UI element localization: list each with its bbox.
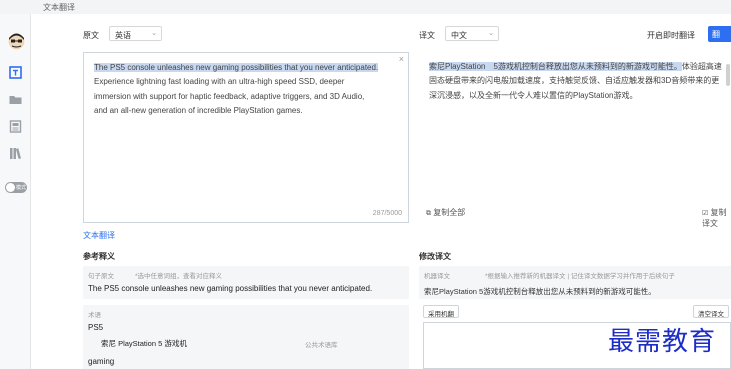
source-line: and an all-new generation of incredible … bbox=[94, 105, 303, 115]
mt-panel: 机器译文 *根据输入推荐新的机器译文 | 记住译文数据学习并作用于后续句子 索尼… bbox=[419, 266, 731, 299]
sidebar: 模式 bbox=[0, 14, 31, 369]
instant-translate-label[interactable]: 开启即时翻译 bbox=[647, 30, 695, 41]
use-mt-button[interactable]: 采用机翻 bbox=[423, 305, 459, 318]
library-icon[interactable] bbox=[8, 146, 23, 161]
target-language-value: 中文 bbox=[451, 31, 467, 40]
source-line: immersion with support for haptic feedba… bbox=[94, 91, 365, 101]
toggle-knob bbox=[6, 183, 15, 192]
source-line: Experience lightning fast loading with a… bbox=[94, 77, 345, 87]
term-source-word[interactable]: PS5 bbox=[88, 323, 103, 332]
sentence-hint: *选中任意词组，查看对应释义 bbox=[135, 273, 223, 280]
scrollbar-thumb[interactable] bbox=[726, 64, 730, 86]
source-language-value: 英语 bbox=[115, 31, 131, 40]
copy-icon: ⧉ bbox=[426, 210, 431, 217]
mt-hint: *根据输入推荐新的机器译文 | 记住译文数据学习并作用于后续句子 bbox=[485, 273, 675, 280]
target-highlighted-sentence[interactable]: 索尼PlayStation 5游戏机控制台释放出您从未预料到的新游戏可能性。 bbox=[429, 62, 682, 71]
reference-sentence[interactable]: The PS5 console unleashes new gaming pos… bbox=[88, 284, 372, 293]
title-bar: 文本翻译 bbox=[0, 0, 731, 14]
source-highlighted-sentence[interactable]: The PS5 console unleashes new gaming pos… bbox=[94, 63, 379, 72]
source-language-select[interactable]: 英语 ⌄ bbox=[109, 26, 162, 41]
source-label: 原文 bbox=[83, 31, 99, 40]
watermark-text: 最需教育 bbox=[608, 327, 717, 357]
source-text: The PS5 console unleashes new gaming pos… bbox=[94, 61, 404, 118]
reference-title: 参考释义 bbox=[83, 252, 115, 261]
target-language-select[interactable]: 中文 ⌄ bbox=[445, 26, 499, 41]
mt-text[interactable]: 索尼PlayStation 5游戏机控制台释放出您从未预料到的新游戏可能性。 bbox=[424, 286, 656, 297]
target-text: 索尼PlayStation 5游戏机控制台释放出您从未预料到的新游戏可能性。体验… bbox=[429, 60, 731, 103]
document-icon[interactable] bbox=[8, 119, 23, 134]
edit-title: 修改译文 bbox=[419, 252, 451, 261]
clear-translation-button[interactable]: 清空译文 bbox=[693, 305, 729, 318]
mode-toggle[interactable]: 模式 bbox=[5, 182, 27, 193]
term-source-word[interactable]: gaming bbox=[88, 357, 114, 366]
target-line: 固态硬盘带来的闪电般加载速度，支持触觉反馈、自适应触发器和3D音频带来的更 bbox=[429, 76, 720, 86]
edit-icon: ☑ bbox=[702, 210, 709, 217]
term-translation: 索尼 PlayStation 5 游戏机 bbox=[101, 339, 187, 348]
folder-icon[interactable] bbox=[8, 92, 23, 107]
term-panel: 术语 PS5 索尼 PlayStation 5 游戏机 公共术语库 gaming bbox=[83, 305, 409, 369]
sentence-label: 句子原文 bbox=[88, 273, 114, 280]
text-translate-link[interactable]: 文本翻译 bbox=[83, 230, 115, 241]
copy-all-button[interactable]: ⧉ 复制全部 bbox=[426, 207, 465, 218]
chevron-down-icon: ⌄ bbox=[151, 30, 157, 37]
copy-translation-button[interactable]: ☑ 复制译文 bbox=[702, 207, 731, 229]
term-label: 术语 bbox=[88, 312, 101, 319]
target-line-tail: 体验超高速 bbox=[681, 62, 722, 71]
translate-button[interactable]: 翻 bbox=[708, 26, 731, 42]
copy-all-label: 复制全部 bbox=[433, 208, 466, 217]
term-source-db: 公共术语库 bbox=[305, 342, 338, 349]
avatar-icon[interactable] bbox=[8, 33, 25, 50]
char-counter: 287/5000 bbox=[372, 210, 402, 217]
text-translate-icon[interactable] bbox=[8, 65, 23, 80]
app-title: 文本翻译 bbox=[43, 3, 75, 12]
source-textarea[interactable]: × The PS5 console unleashes new gaming p… bbox=[83, 52, 409, 223]
target-label: 译文 bbox=[419, 31, 435, 40]
mt-label: 机器译文 bbox=[424, 273, 450, 280]
toggle-label: 模式 bbox=[16, 185, 27, 191]
chevron-down-icon: ⌄ bbox=[488, 30, 494, 37]
target-line: 深沉浸感，以及全新一代令人难以置信的PlayStation游戏。 bbox=[429, 90, 638, 100]
sentence-panel: 句子原文 *选中任意词组，查看对应释义 The PS5 console unle… bbox=[83, 266, 409, 299]
